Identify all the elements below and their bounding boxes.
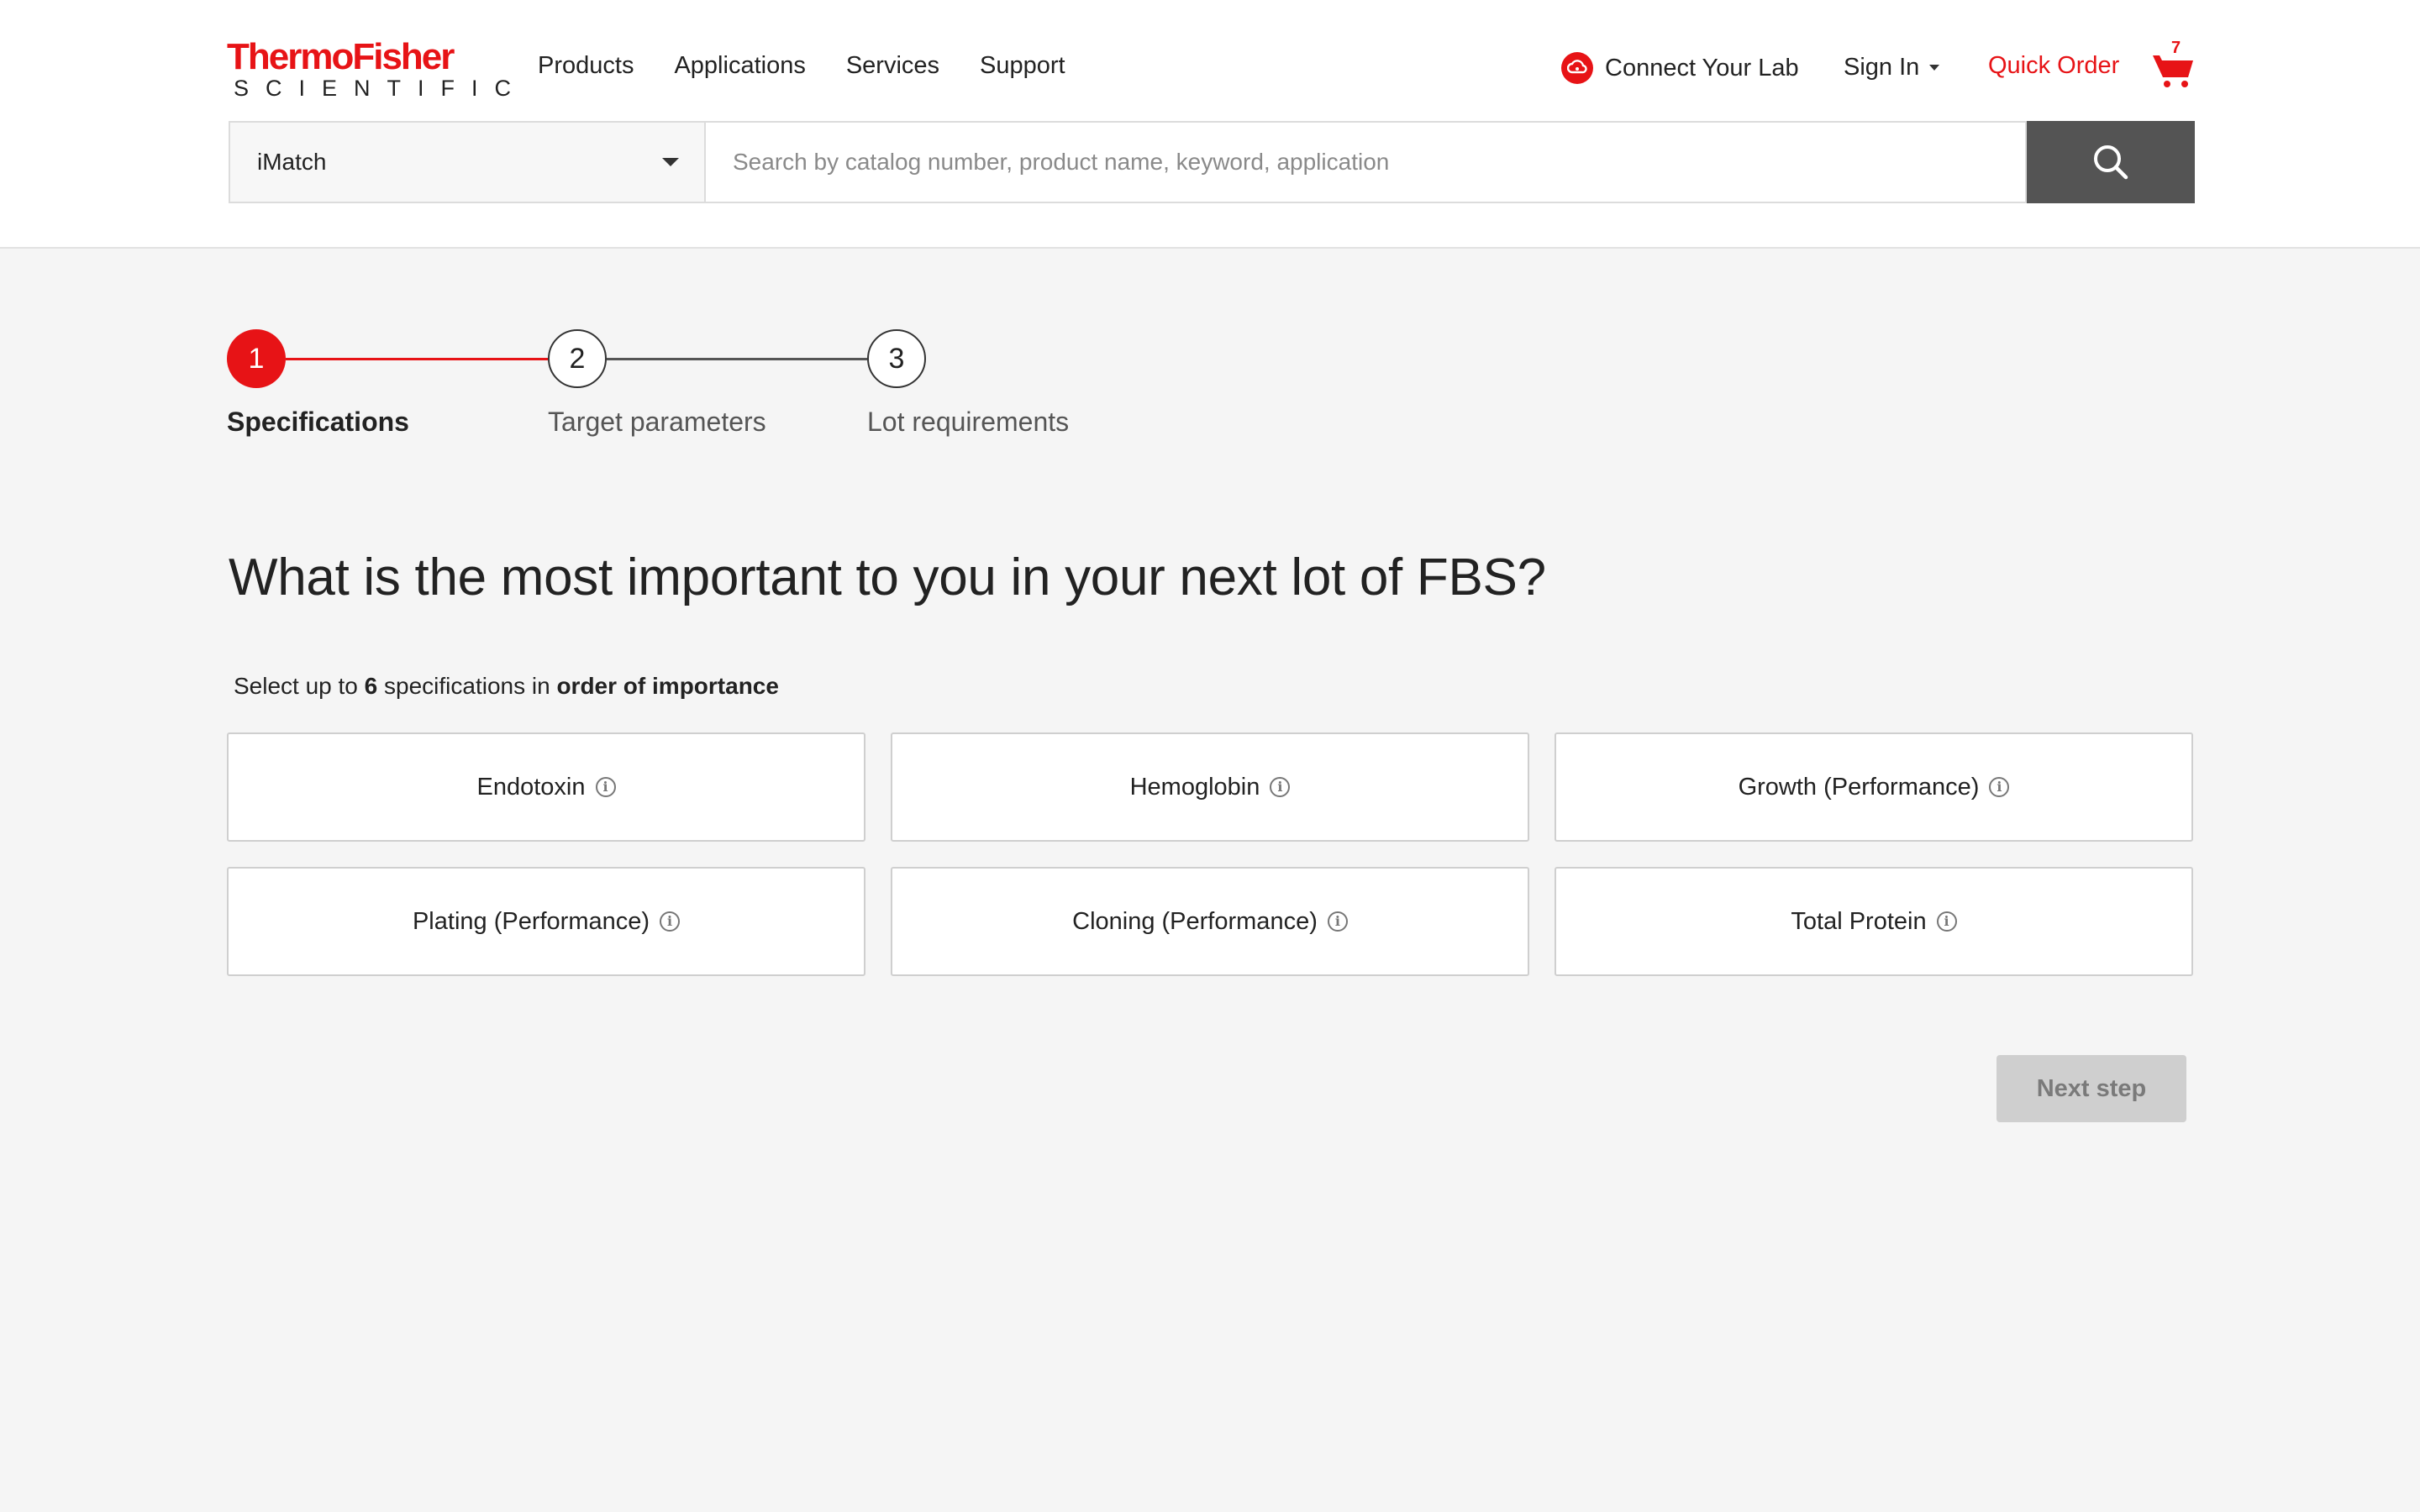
step-3-indicator[interactable]: 3 <box>867 329 926 388</box>
option-label: Hemoglobin <box>1129 773 1260 801</box>
step-connector-2-3 <box>607 358 867 360</box>
chevron-down-icon <box>1929 65 1940 71</box>
main-nav: Products Applications Services Support <box>538 52 1065 80</box>
step-2-label: Target parameters <box>548 407 766 437</box>
connect-your-lab-link[interactable]: Connect Your Lab <box>1561 52 1799 84</box>
option-hemoglobin[interactable]: Hemoglobin i <box>891 732 1529 842</box>
instruction-count: 6 <box>364 673 378 699</box>
nav-applications[interactable]: Applications <box>674 52 805 80</box>
logo-line2: SCIENTIFIC <box>234 76 529 101</box>
info-icon[interactable]: i <box>660 911 681 932</box>
search-button[interactable] <box>2027 121 2195 203</box>
search-icon <box>2094 145 2128 180</box>
quick-order-link[interactable]: Quick Order <box>1988 52 2119 80</box>
question-heading: What is the most important to you in you… <box>229 549 1546 606</box>
thermofisher-logo[interactable]: ThermoFisher SCIENTIFIC <box>227 36 511 102</box>
connect-lab-icon <box>1561 52 1593 84</box>
instruction-middle: specifications in <box>384 673 550 699</box>
cart-button[interactable]: 7 <box>2151 39 2198 89</box>
option-label: Plating (Performance) <box>412 907 650 935</box>
step-1-indicator[interactable]: 1 <box>227 329 286 388</box>
instruction-prefix: Select up to <box>234 673 358 699</box>
option-cloning-performance[interactable]: Cloning (Performance) i <box>891 867 1529 976</box>
sign-in-label: Sign In <box>1844 54 1920 81</box>
search-scope-value: iMatch <box>257 149 327 175</box>
option-plating-performance[interactable]: Plating (Performance) i <box>227 867 865 976</box>
step-3-label: Lot requirements <box>867 407 1070 437</box>
option-label: Cloning (Performance) <box>1072 907 1318 935</box>
nav-products[interactable]: Products <box>538 52 634 80</box>
step-2-indicator[interactable]: 2 <box>548 329 607 388</box>
instruction-emphasis: order of importance <box>556 673 779 699</box>
selection-instruction: Select up to 6 specifications in order o… <box>234 673 779 700</box>
info-icon[interactable]: i <box>1936 911 1957 932</box>
sign-in-dropdown[interactable]: Sign In <box>1844 54 1940 81</box>
option-label: Endotoxin <box>476 773 586 801</box>
nav-support[interactable]: Support <box>980 52 1065 80</box>
step-1-label: Specifications <box>227 407 409 437</box>
option-label: Growth (Performance) <box>1738 773 1980 801</box>
info-icon[interactable]: i <box>595 777 616 797</box>
info-icon[interactable]: i <box>1989 777 2010 797</box>
search-bar: iMatch <box>229 121 2195 203</box>
connect-your-lab-label: Connect Your Lab <box>1605 54 1799 81</box>
chevron-down-icon <box>662 158 679 166</box>
step-connector-1-2 <box>286 358 548 360</box>
info-icon[interactable]: i <box>1270 777 1291 797</box>
search-scope-select[interactable]: iMatch <box>229 121 706 203</box>
next-step-button[interactable]: Next step <box>1996 1055 2186 1122</box>
option-total-protein[interactable]: Total Protein i <box>1555 867 2193 976</box>
logo-line1: ThermoFisher <box>227 36 455 77</box>
option-growth-performance[interactable]: Growth (Performance) i <box>1555 732 2193 842</box>
site-header: ThermoFisher SCIENTIFIC Products Applica… <box>0 0 2420 249</box>
progress-stepper: 1 2 3 Specifications Target parameters L… <box>227 329 1151 447</box>
info-icon[interactable]: i <box>1327 911 1348 932</box>
cart-icon <box>2153 55 2193 87</box>
nav-services[interactable]: Services <box>846 52 939 80</box>
option-label: Total Protein <box>1791 907 1927 935</box>
specification-options: Endotoxin i Hemoglobin i Growth (Perform… <box>227 732 2193 976</box>
option-endotoxin[interactable]: Endotoxin i <box>227 732 865 842</box>
search-input[interactable] <box>706 121 2027 203</box>
